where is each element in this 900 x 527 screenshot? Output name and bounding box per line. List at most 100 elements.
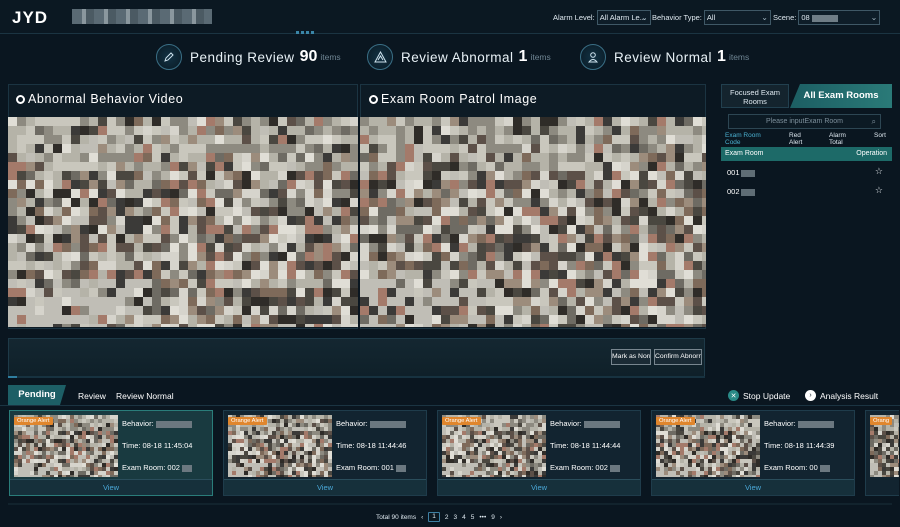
patrol-image-title-text: Exam Room Patrol Image [381,92,538,106]
video-control-strip [8,338,705,377]
stat-review-abnormal: Review Abnormal 1 items [367,44,551,70]
orange-alert-badge: Orange Alert [14,417,53,425]
alert-card[interactable]: Orange Alert Behavior: Time: 08-18 11:44… [223,410,427,496]
page-5-button[interactable]: 5 [471,514,475,521]
hazard-icon [367,44,393,70]
page-2-button[interactable]: 2 [445,514,449,521]
room-row[interactable]: 002 ☆ [721,185,892,199]
alert-room: Exam Room: 002 [550,463,620,472]
orange-alert-badge: Orange Alert [228,417,267,425]
abnormal-video-title: Abnormal Behavior Video [16,92,183,106]
analysis-result-label: Analysis Result [820,390,879,401]
col-sort[interactable]: Sort [874,132,886,139]
room-code: 002 [727,187,740,196]
col-red-alert[interactable]: Red Alert [789,132,811,146]
patrol-image-title: Exam Room Patrol Image [369,92,537,106]
alert-room: Exam Room: 00 [764,463,830,472]
analysis-result-button[interactable]: › Analysis Result [805,390,878,401]
video-progress-track[interactable] [8,376,705,378]
tab-focused-exam-rooms[interactable]: Focused Exam Rooms [721,84,789,108]
tab-pending[interactable]: Pending [8,385,66,405]
alert-card[interactable]: Orange Alert Behavior: Time: 08-18 11:45… [9,410,213,496]
alarm-level-select[interactable]: All Alarm Le... ⌄ [596,10,651,25]
pagination: Total 90 items ‹ 1 2 3 4 5 ••• 9 › [376,512,507,522]
close-circle-icon: ✕ [728,390,739,401]
abnormal-video-title-text: Abnormal Behavior Video [28,92,184,106]
alert-time: Time: 08-18 11:44:44 [550,441,621,450]
stat-count: 1 [518,48,528,65]
tab-review-normal[interactable]: Review Normal [116,391,174,401]
view-button[interactable]: View [438,479,640,495]
behavior-type-filter: Behavior Type: All ⌄ [652,10,771,25]
search-icon: ⌕ [871,117,876,126]
room-code: 001 [727,168,740,177]
stop-update-button[interactable]: ✕ Stop Update [728,390,790,401]
tab-review[interactable]: Review [78,391,106,401]
alert-behavior: Behavior: [550,419,620,428]
scene-select[interactable]: 08 ⌄ [798,10,881,25]
star-icon[interactable]: ☆ [875,185,883,196]
alert-card-partial[interactable]: Orang [865,410,899,496]
alert-behavior: Behavior: [336,419,406,428]
col-alarm-total[interactable]: Alarm Total [829,132,853,146]
video-progress-thumb[interactable] [8,376,17,378]
blurred-room-name [740,169,755,177]
scene-filter: Scene: 08 ⌄ [773,10,881,25]
alert-behavior: Behavior: [122,419,192,428]
abnormal-behavior-video[interactable] [8,117,358,327]
orange-alert-badge: Orange Alert [442,417,481,425]
scene-label: Scene: [773,13,797,22]
blurred-scene [811,14,838,22]
chevron-circle-icon: › [805,390,816,401]
stat-label: Review Abnormal [401,49,514,65]
caret-down-icon: ⌄ [761,13,768,22]
alarm-level-label: Alarm Level: [553,13,595,22]
radio-dot-icon [16,94,25,104]
behavior-type-value: All [706,13,716,22]
alert-card[interactable]: Orange Alert Behavior: Time: 08-18 11:44… [651,410,855,496]
next-page-button[interactable]: › [500,514,502,521]
stat-unit: items [320,52,341,62]
confirm-abnormal-button[interactable]: Confirm Abnormal [654,349,702,365]
view-button[interactable]: View [652,479,854,495]
search-placeholder: Please inputExam Room [765,118,844,125]
pen-icon [156,44,182,70]
header-decoration [296,31,314,34]
view-button[interactable]: View [10,479,212,495]
blurred-room-name [740,188,755,196]
stat-unit: items [728,52,750,62]
logo: JYD [12,8,49,27]
page-3-button[interactable]: 3 [454,514,458,521]
alert-time: Time: 08-18 11:44:46 [336,441,407,450]
room-list-header-room: Exam Room [725,150,764,157]
room-table-header: Exam Room Code Red Alert Alarm Total Sor… [721,131,892,147]
tab-all-exam-rooms[interactable]: All Exam Rooms [790,84,892,108]
alert-time: Time: 08-18 11:45:04 [122,441,193,450]
room-row[interactable]: 001 ☆ [721,166,892,180]
blurred-system-name [72,9,212,24]
mark-normal-button[interactable]: Mark as Normal [611,349,651,365]
page-1-button[interactable]: 1 [428,512,440,522]
room-list-header-operation: Operation [856,150,887,157]
prev-page-button[interactable]: ‹ [421,514,423,521]
stat-count: 90 [299,48,318,65]
more-pages-ellipsis[interactable]: ••• [479,514,486,521]
exam-room-search-input[interactable]: Please inputExam Room ⌕ [728,114,881,129]
behavior-type-select[interactable]: All ⌄ [703,10,771,25]
exam-room-patrol-image[interactable] [360,117,706,327]
alert-card[interactable]: Orange Alert Behavior: Time: 08-18 11:44… [437,410,641,496]
star-icon[interactable]: ☆ [875,166,883,177]
col-exam-room-code[interactable]: Exam Room Code [725,132,765,146]
pagination-total: Total 90 items [376,513,417,521]
caret-down-icon: ⌄ [640,13,648,22]
pixelated-classroom-image [360,117,706,327]
alert-room: Exam Room: 001 [336,463,406,472]
page-9-button[interactable]: 9 [491,514,495,521]
person-icon [580,44,606,70]
view-button[interactable]: View [224,479,426,495]
alarm-level-value: All Alarm Le... [599,13,646,22]
page-4-button[interactable]: 4 [462,514,466,521]
stat-label: Pending Review [190,49,295,65]
alert-time: Time: 08-18 11:44:39 [764,441,835,450]
cards-scrollbar[interactable] [8,503,892,505]
